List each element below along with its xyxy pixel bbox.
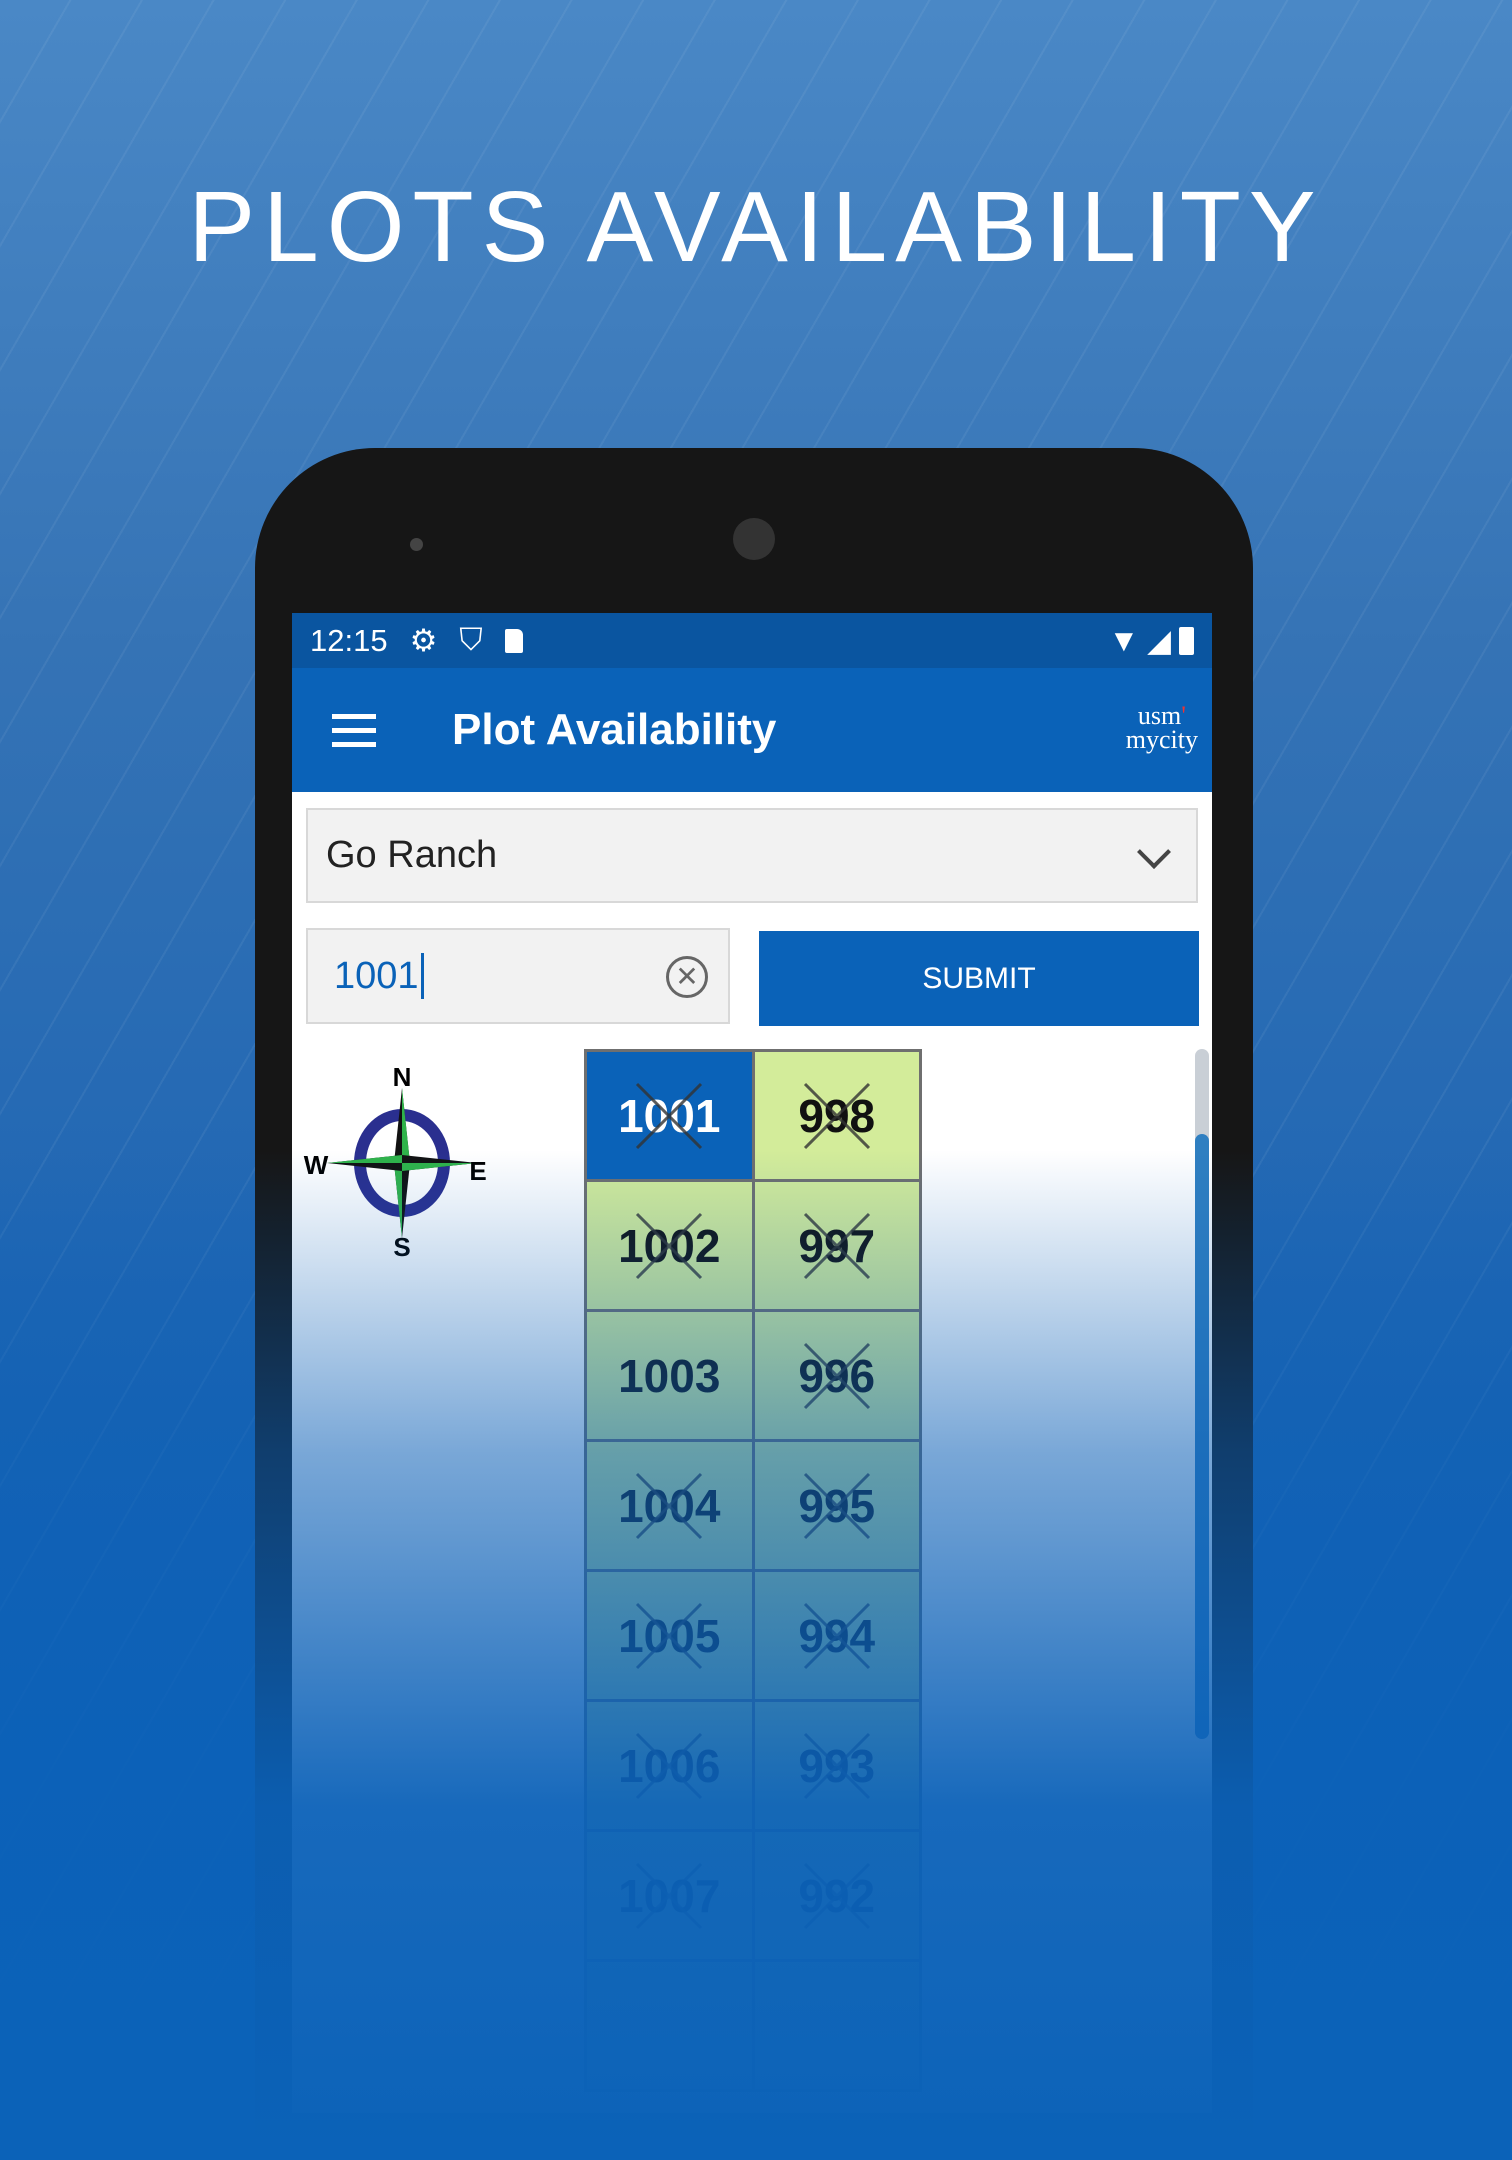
plot-number: 1003 [618,1349,721,1402]
sold-cross-icon [803,1472,870,1539]
plot-grid: 10019981002997 1003 9961004995100599410069… [584,1049,922,2092]
shield-play-icon: ⛉ [459,622,483,657]
chevron-down-icon [1137,835,1171,869]
signal-icon: ◢ [1147,622,1171,658]
phone-screen: 12:15 ⚙ ⛉ ▼ ◢ Plot Availability usm' myci… [292,613,1212,2113]
camera [733,518,775,560]
status-bar: 12:15 ⚙ ⛉ ▼ ◢ [292,613,1212,668]
plot-cell[interactable]: 998 [754,1052,919,1179]
battery-icon [1179,626,1194,655]
project-select-value: Go Ranch [326,834,498,876]
plot-cell[interactable]: 1007 [587,1832,752,1959]
plot-number-input[interactable]: 1001 ✕ [306,928,730,1024]
sd-card-icon [504,628,523,653]
compass-rose-icon: N E S W [304,1062,487,1262]
plot-cell[interactable]: 993 [754,1702,919,1829]
sold-cross-icon [636,1472,703,1539]
sold-cross-icon [803,1732,870,1799]
sold-cross-icon [636,1082,703,1149]
sold-cross-icon [636,1862,703,1929]
sold-cross-icon [803,1342,870,1409]
wifi-icon: ▼ [1108,622,1140,658]
plot-number-value: 1001 [334,954,419,997]
clear-icon[interactable]: ✕ [666,956,708,998]
hamburger-icon[interactable] [332,713,376,747]
plot-cell[interactable]: 1001 [587,1052,752,1179]
plot-cell[interactable]: 1003 [587,1312,752,1439]
compass: N E S W [302,1062,502,1262]
sold-cross-icon [803,1212,870,1279]
status-time: 12:15 [310,622,388,658]
plot-cell[interactable]: 997 [754,1182,919,1309]
plot-cell[interactable] [587,1962,752,2089]
project-select[interactable]: Go Ranch [306,808,1198,903]
sold-cross-icon [636,1212,703,1279]
plot-cell[interactable]: 1002 [587,1182,752,1309]
scrollbar-thumb[interactable] [1195,1134,1209,1739]
plot-cell[interactable]: 995 [754,1442,919,1569]
plot-cell[interactable]: 1006 [587,1702,752,1829]
sold-cross-icon [636,1732,703,1799]
compass-n: N [393,1068,412,1092]
plot-cell[interactable]: 1005 [587,1572,752,1699]
sold-cross-icon [803,1082,870,1149]
scrollbar[interactable] [1195,1049,1209,1739]
plot-cell[interactable] [754,1962,919,2089]
plot-cell[interactable]: 994 [754,1572,919,1699]
gear-icon: ⚙ [409,622,438,658]
plot-cell[interactable]: 992 [754,1832,919,1959]
app-bar: Plot Availability usm' mycity [292,668,1212,792]
text-caret [420,953,424,999]
sensor [410,538,423,551]
compass-w: W [304,1150,329,1180]
submit-button[interactable]: SUBMIT [759,931,1199,1026]
plot-cell[interactable]: 996 [754,1312,919,1439]
sold-cross-icon [636,1602,703,1669]
plot-cell[interactable]: 1004 [587,1442,752,1569]
compass-e: E [469,1156,486,1186]
sold-cross-icon [803,1862,870,1929]
headline: PLOTS AVAILABILITY [188,171,1324,283]
usm-mycity-logo: usm' mycity [1125,701,1198,754]
compass-s: S [393,1232,410,1258]
sold-cross-icon [803,1602,870,1669]
page-title: Plot Availability [452,705,777,754]
